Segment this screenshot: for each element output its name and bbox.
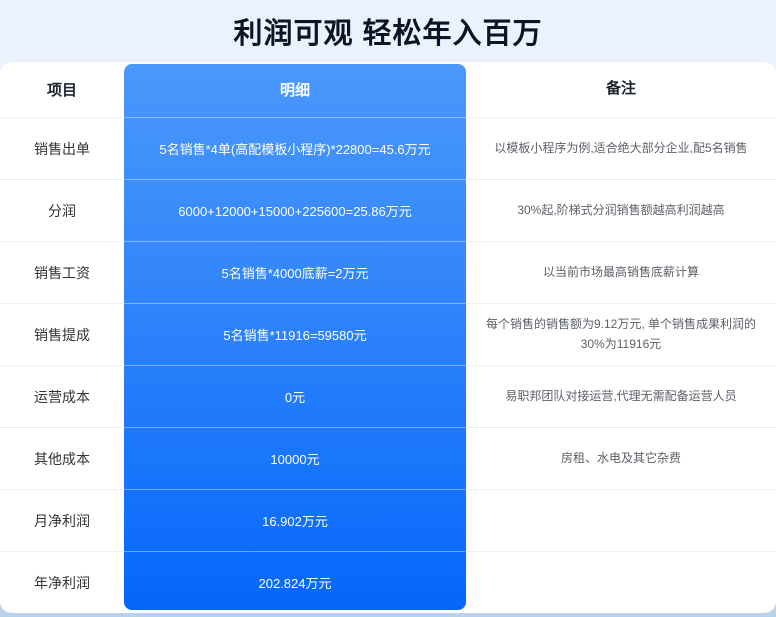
item-cell: 年净利润	[0, 551, 124, 613]
item-cell: 销售提成	[0, 303, 124, 365]
item-cell: 月净利润	[0, 489, 124, 551]
table-row: 销售提成5名销售*11916=59580元每个销售的销售额为9.12万元, 单个…	[0, 303, 776, 365]
table-row: 销售工资5名销售*4000底薪=2万元以当前市场最高销售底薪计算	[0, 241, 776, 303]
table-row: 月净利润16.902万元	[0, 489, 776, 551]
table-header-row: 项目 明细 备注	[0, 62, 776, 117]
detail-cell: 5名销售*4000底薪=2万元	[124, 241, 466, 303]
detail-cell: 6000+12000+15000+225600=25.86万元	[124, 179, 466, 241]
note-cell	[466, 489, 776, 551]
header-detail: 明细	[124, 62, 466, 117]
note-cell: 每个销售的销售额为9.12万元, 单个销售成果利润的30%为11916元	[466, 303, 776, 365]
note-cell: 易职邦团队对接运营,代理无需配备运营人员	[466, 365, 776, 427]
item-cell: 分润	[0, 179, 124, 241]
detail-cell: 0元	[124, 365, 466, 427]
item-cell: 销售工资	[0, 241, 124, 303]
detail-cell: 202.824万元	[124, 551, 466, 613]
note-cell: 房租、水电及其它杂费	[466, 427, 776, 489]
table-row: 分润6000+12000+15000+225600=25.86万元30%起,阶梯…	[0, 179, 776, 241]
note-cell	[466, 551, 776, 613]
note-cell: 以当前市场最高销售底薪计算	[466, 241, 776, 303]
detail-cell: 5名销售*4单(高配模板小程序)*22800=45.6万元	[124, 117, 466, 179]
header-item: 项目	[0, 62, 124, 117]
note-cell: 30%起,阶梯式分润销售额越高利润越高	[466, 179, 776, 241]
item-cell: 其他成本	[0, 427, 124, 489]
detail-cell: 16.902万元	[124, 489, 466, 551]
item-cell: 运营成本	[0, 365, 124, 427]
table-row: 运营成本0元易职邦团队对接运营,代理无需配备运营人员	[0, 365, 776, 427]
page-title: 利润可观 轻松年入百万	[0, 0, 776, 62]
header-note: 备注	[466, 62, 776, 117]
profit-table-card: 项目 明细 备注 销售出单5名销售*4单(高配模板小程序)*22800=45.6…	[0, 62, 776, 613]
table-row: 销售出单5名销售*4单(高配模板小程序)*22800=45.6万元以模板小程序为…	[0, 117, 776, 179]
note-cell: 以模板小程序为例,适合绝大部分企业,配5名销售	[466, 117, 776, 179]
table-row: 其他成本10000元房租、水电及其它杂费	[0, 427, 776, 489]
profit-table: 项目 明细 备注 销售出单5名销售*4单(高配模板小程序)*22800=45.6…	[0, 62, 776, 613]
item-cell: 销售出单	[0, 117, 124, 179]
table-row: 年净利润202.824万元	[0, 551, 776, 613]
detail-cell: 10000元	[124, 427, 466, 489]
detail-cell: 5名销售*11916=59580元	[124, 303, 466, 365]
